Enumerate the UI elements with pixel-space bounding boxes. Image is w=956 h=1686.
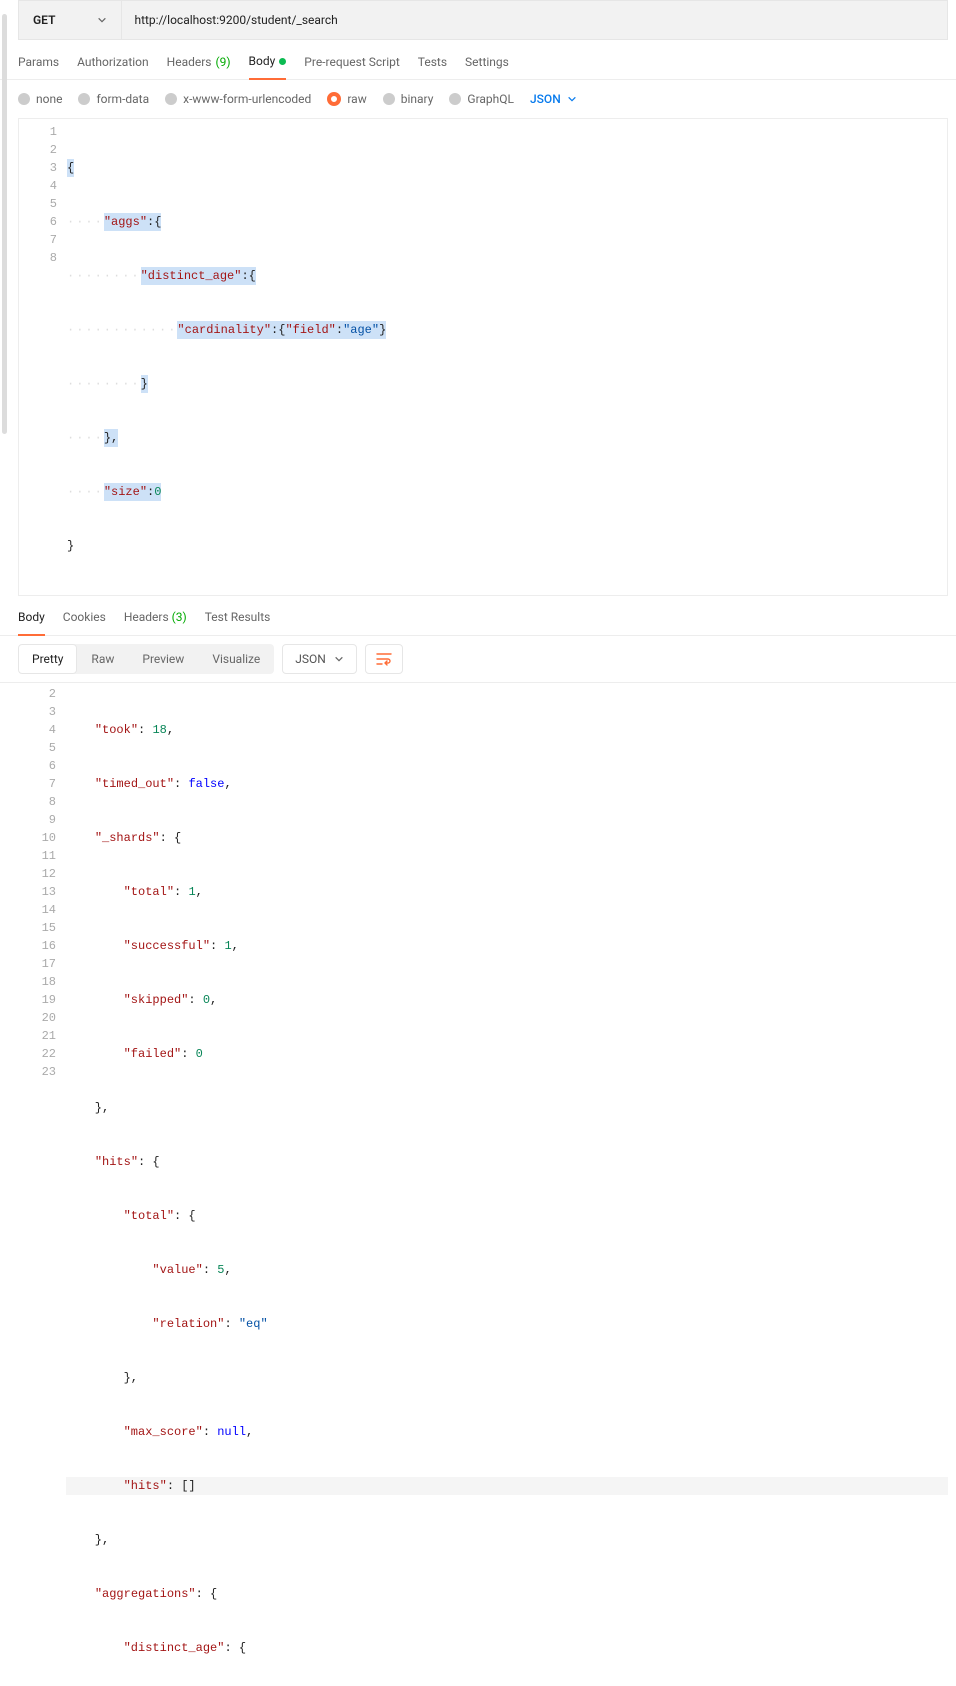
radio-icon [165,93,177,105]
view-mode-group: Pretty Raw Preview Visualize [18,644,274,674]
resp-tab-cookies[interactable]: Cookies [63,610,106,635]
view-pretty[interactable]: Pretty [18,644,77,674]
url-input[interactable]: http://localhost:9200/student/_search [122,1,947,39]
tab-settings[interactable]: Settings [465,54,509,79]
body-type-row: none form-data x-www-form-urlencoded raw… [0,80,956,118]
radio-formdata[interactable]: form-data [78,92,149,106]
radio-none[interactable]: none [18,92,62,106]
body-modified-indicator [279,58,286,65]
tab-prerequest[interactable]: Pre-request Script [304,54,399,79]
tab-authorization[interactable]: Authorization [77,54,149,79]
radio-icon-selected [327,92,341,106]
chevron-down-icon [97,15,107,25]
method-label: GET [33,13,55,27]
tab-headers[interactable]: Headers (9) [167,54,231,79]
radio-icon [383,93,395,105]
method-select[interactable]: GET [19,1,122,39]
request-tabs: Params Authorization Headers (9) Body Pr… [0,40,956,80]
view-preview[interactable]: Preview [128,644,198,674]
radio-icon [18,93,30,105]
response-tabs: Body Cookies Headers (3) Test Results [0,596,956,636]
resp-tab-headers[interactable]: Headers (3) [124,610,187,635]
pane-resize-handle[interactable] [2,14,7,434]
tab-params[interactable]: Params [18,54,59,79]
line-gutter: 12345678 [19,119,67,595]
chevron-down-icon [334,654,344,664]
view-visualize[interactable]: Visualize [198,644,274,674]
response-code: "took": 18, "timed_out": false, "_shards… [66,683,948,1686]
url-text: http://localhost:9200/student/_search [134,13,337,27]
resp-tab-testresults[interactable]: Test Results [205,610,271,635]
request-bar: GET http://localhost:9200/student/_searc… [18,0,948,40]
tab-tests[interactable]: Tests [418,54,447,79]
tab-body[interactable]: Body [249,54,287,80]
radio-icon [78,93,90,105]
radio-raw[interactable]: raw [327,92,366,106]
response-toolbar: Pretty Raw Preview Visualize JSON [0,636,956,683]
content-type-select[interactable]: JSON [530,92,577,106]
radio-binary[interactable]: binary [383,92,434,106]
radio-icon [449,93,461,105]
response-gutter: 234567891011121314151617181920212223 [18,683,66,1686]
request-body-editor[interactable]: 12345678 { ····"aggs":{ ········"distinc… [18,118,948,596]
code-content: { ····"aggs":{ ········"distinct_age":{ … [67,119,947,595]
radio-xwww[interactable]: x-www-form-urlencoded [165,92,311,106]
wrap-lines-button[interactable] [365,644,403,674]
chevron-down-icon [567,94,577,104]
wrap-icon [376,652,392,666]
radio-graphql[interactable]: GraphQL [449,92,514,106]
view-raw[interactable]: Raw [77,644,128,674]
resp-tab-body[interactable]: Body [18,610,45,636]
format-select[interactable]: JSON [282,644,357,674]
response-body[interactable]: 234567891011121314151617181920212223 "to… [18,683,948,1686]
